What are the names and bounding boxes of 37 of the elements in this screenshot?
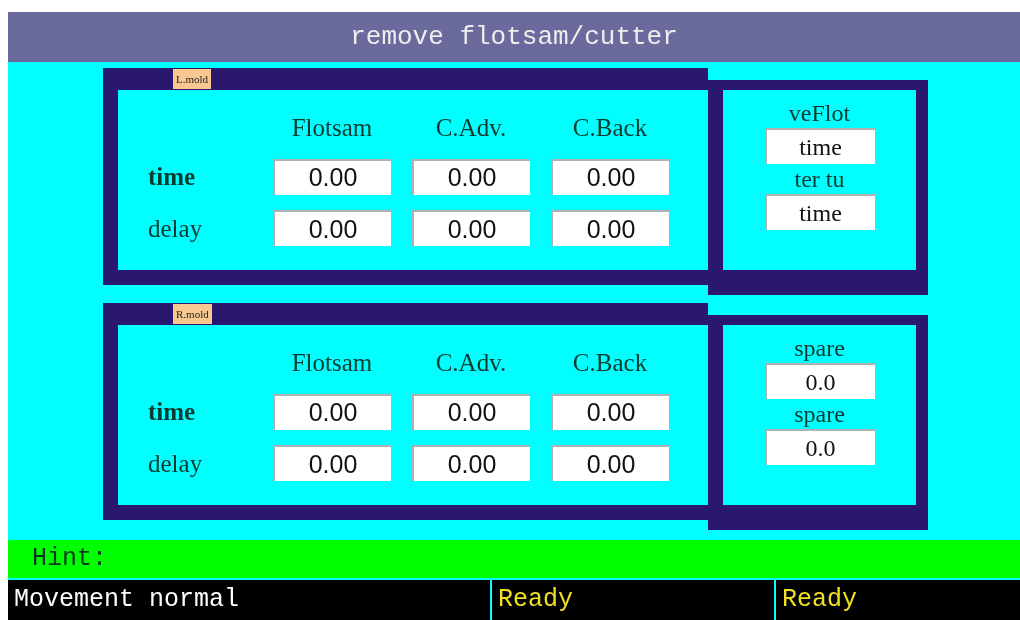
window-title: remove flotsam/cutter bbox=[350, 20, 678, 54]
status-cell: Ready bbox=[492, 580, 774, 620]
column-header: C.Adv. bbox=[434, 113, 508, 144]
column-header: C.Back bbox=[571, 348, 649, 379]
value-field[interactable]: 0.00 bbox=[551, 445, 669, 482]
status-cell: Ready bbox=[776, 580, 1020, 620]
side-field[interactable]: 0.0 bbox=[764, 429, 875, 465]
value-field[interactable]: 0.00 bbox=[551, 393, 669, 430]
value-field[interactable]: 0.00 bbox=[412, 210, 530, 247]
column-header: C.Adv. bbox=[434, 348, 508, 379]
row-label: time bbox=[148, 162, 197, 192]
row-label: delay bbox=[148, 213, 204, 244]
value-field[interactable]: 0.00 bbox=[551, 158, 669, 195]
group-label: L.mold bbox=[173, 69, 212, 89]
group-label: R.mold bbox=[173, 304, 212, 324]
value-field[interactable]: 0.00 bbox=[412, 158, 530, 195]
value-field[interactable]: 0.00 bbox=[273, 210, 391, 247]
row-label: delay bbox=[148, 448, 204, 479]
value-field[interactable]: 0.00 bbox=[551, 210, 669, 247]
side-label: ter tu bbox=[794, 165, 845, 194]
column-header: Flotsam bbox=[290, 348, 374, 379]
value-field[interactable]: 0.00 bbox=[273, 393, 391, 430]
status-cell: Movement normal bbox=[8, 580, 490, 620]
side-label: veFlot bbox=[788, 99, 851, 128]
row-label: time bbox=[148, 397, 197, 427]
column-header: C.Back bbox=[571, 113, 649, 144]
side-field[interactable]: 0.0 bbox=[764, 363, 875, 399]
value-field[interactable]: 0.00 bbox=[412, 393, 530, 430]
value-field[interactable]: 0.00 bbox=[412, 445, 530, 482]
side-label: spare bbox=[794, 400, 845, 429]
side-field[interactable]: time bbox=[764, 194, 875, 230]
side-field[interactable]: time bbox=[764, 128, 875, 164]
value-field[interactable]: 0.00 bbox=[273, 445, 391, 482]
column-header: Flotsam bbox=[290, 113, 374, 144]
hint-label: Hint: bbox=[32, 543, 107, 576]
side-label: spare bbox=[794, 334, 845, 363]
value-field[interactable]: 0.00 bbox=[273, 158, 391, 195]
